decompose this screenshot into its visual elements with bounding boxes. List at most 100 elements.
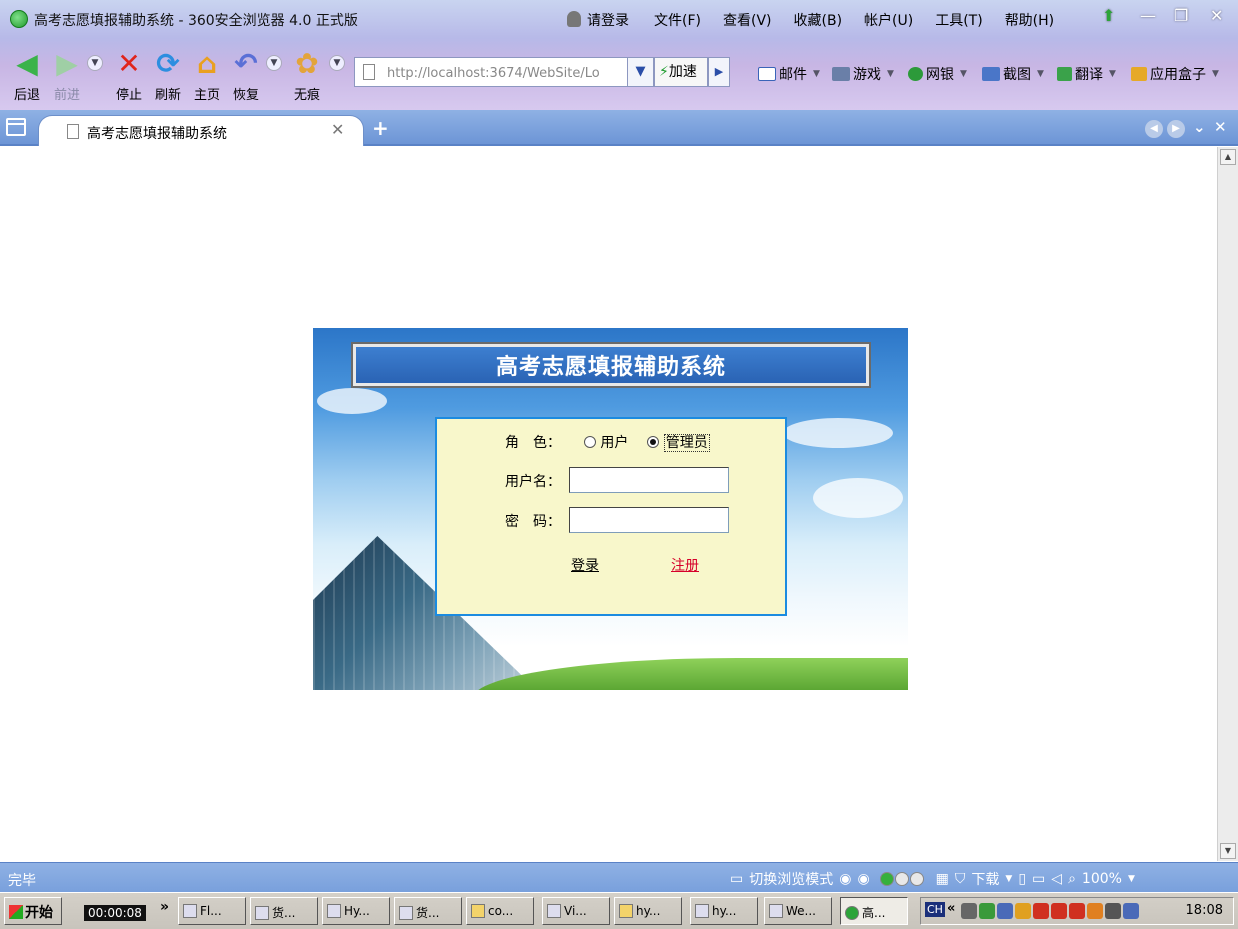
tray-app-icon[interactable]: [1087, 903, 1103, 919]
refresh-button[interactable]: ⟳ 刷新: [151, 46, 185, 104]
scroll-down-icon[interactable]: ▼: [1220, 843, 1236, 859]
task-item[interactable]: hy...: [690, 897, 758, 925]
cloud-decoration: [813, 478, 903, 518]
zoom-level[interactable]: 100%: [1082, 871, 1122, 887]
tab-label: 高考志愿填报辅助系统: [87, 126, 227, 142]
history-dropdown-icon[interactable]: ▼: [87, 55, 103, 71]
word-icon: [399, 906, 413, 920]
password-input[interactable]: [569, 507, 729, 533]
menu-help[interactable]: 帮助(H): [1005, 10, 1054, 30]
system-tray: CH « 18:08: [920, 897, 1234, 925]
login-button[interactable]: 登录: [571, 555, 599, 575]
forward-button[interactable]: ▶ 前进: [50, 46, 84, 104]
download-link[interactable]: 下载: [971, 869, 999, 889]
tab-bar: 高考志愿填报辅助系统 ✕ + ◀ ▶ ⌄ ✕: [0, 110, 1238, 146]
lightning-icon: ⚡: [659, 64, 669, 80]
close-tab-bar-icon[interactable]: ✕: [1214, 118, 1227, 136]
screenshot-link[interactable]: 截图 ▼: [982, 64, 1044, 84]
tray-app-icon[interactable]: [961, 903, 977, 919]
task-item[interactable]: Vi...: [542, 897, 610, 925]
mode-toggle[interactable]: [879, 872, 924, 886]
speed-button[interactable]: ⚡加速: [654, 57, 708, 87]
task-item[interactable]: We...: [764, 897, 832, 925]
ie-mode-icon[interactable]: ◉: [839, 871, 851, 887]
network-icon[interactable]: [1123, 903, 1139, 919]
tray-expand-icon[interactable]: «: [947, 901, 955, 916]
qq-icon[interactable]: [1069, 903, 1085, 919]
qq-icon[interactable]: [1033, 903, 1049, 919]
incognito-dropdown-icon[interactable]: ▼: [329, 55, 345, 71]
login-account-link[interactable]: 请登录: [567, 10, 629, 30]
task-item-active[interactable]: 高...: [840, 897, 908, 925]
restore-dropdown-icon[interactable]: ▼: [266, 55, 282, 71]
translate-link[interactable]: 翻译 ▼: [1057, 64, 1116, 84]
mail-link[interactable]: 邮件 ▼: [758, 64, 820, 84]
task-item[interactable]: 货...: [394, 897, 462, 925]
stop-button[interactable]: ✕ 停止: [112, 46, 146, 104]
role-admin-radio[interactable]: [647, 436, 660, 448]
games-link[interactable]: 游戏 ▼: [832, 64, 894, 84]
new-tab-icon[interactable]: +: [372, 116, 389, 140]
go-icon[interactable]: ▶: [708, 57, 730, 87]
tab-scroll-right-icon[interactable]: ▶: [1167, 120, 1185, 138]
task-item[interactable]: 货...: [250, 897, 318, 925]
window-icon[interactable]: ▭: [1032, 871, 1045, 887]
bookmark-icon[interactable]: ▯: [1018, 871, 1026, 887]
input-method-indicator[interactable]: CH: [925, 902, 945, 917]
vertical-scrollbar[interactable]: ▲ ▼: [1217, 147, 1238, 861]
username-input[interactable]: [569, 467, 729, 493]
browser-icon: [845, 906, 859, 920]
incognito-button[interactable]: ✿ 无痕: [290, 46, 324, 104]
tray-app-icon[interactable]: [979, 903, 995, 919]
task-item[interactable]: Hy...: [322, 897, 390, 925]
calculator-icon[interactable]: ▦: [936, 871, 949, 887]
qq-icon[interactable]: [1051, 903, 1067, 919]
sidebar-toggle-icon[interactable]: [6, 118, 26, 136]
menu-view[interactable]: 查看(V): [723, 10, 772, 30]
role-user-radio[interactable]: [583, 436, 596, 448]
tab-close-icon[interactable]: ✕: [331, 120, 344, 139]
tab-active[interactable]: 高考志愿填报辅助系统 ✕: [38, 115, 364, 146]
home-button[interactable]: ⌂ 主页: [190, 46, 224, 104]
ebank-link[interactable]: 网银 ▼: [908, 64, 967, 84]
role-user-label[interactable]: 用户: [600, 435, 628, 451]
restore-tab-button[interactable]: ↶ 恢复: [229, 46, 263, 104]
start-button[interactable]: 开始: [4, 897, 62, 925]
translate-icon: [1057, 67, 1072, 81]
switch-mode-link[interactable]: 切换浏览模式: [749, 869, 833, 889]
volume-icon[interactable]: ◁: [1051, 871, 1062, 887]
restore-button[interactable]: ❐: [1174, 6, 1188, 25]
skin-icon[interactable]: ⬆: [1102, 6, 1115, 25]
security-icon[interactable]: ◉: [857, 871, 869, 887]
taskbar: 开始 00:00:08 » Fl... 货... Hy... 货... co..…: [0, 892, 1238, 929]
back-button[interactable]: ◀ 后退: [10, 46, 44, 104]
menu-favorites[interactable]: 收藏(B): [794, 10, 843, 30]
task-item[interactable]: co...: [466, 897, 534, 925]
menu-file[interactable]: 文件(F): [654, 10, 701, 30]
role-label: 角 色：: [505, 435, 561, 451]
quicklaunch-overflow[interactable]: »: [160, 899, 169, 915]
user-icon: [567, 11, 581, 27]
close-window-button[interactable]: ✕: [1210, 6, 1223, 25]
zoom-dropdown-icon[interactable]: ▼: [1128, 874, 1135, 884]
menu-tools[interactable]: 工具(T): [935, 10, 982, 30]
role-admin-label[interactable]: 管理员: [663, 434, 710, 452]
download-dropdown-icon[interactable]: ▼: [1005, 874, 1012, 884]
tray-app-icon[interactable]: [997, 903, 1013, 919]
app-box-link[interactable]: 应用盒子 ▼: [1131, 64, 1219, 84]
register-button[interactable]: 注册: [671, 555, 699, 575]
tray-app-icon[interactable]: [1015, 903, 1031, 919]
vs-icon: [769, 904, 783, 918]
menu-account[interactable]: 帐户(U): [864, 10, 913, 30]
scroll-up-icon[interactable]: ▲: [1220, 149, 1236, 165]
app-box-icon: [1131, 67, 1147, 81]
task-item[interactable]: Fl...: [178, 897, 246, 925]
task-item[interactable]: hy...: [614, 897, 682, 925]
address-dropdown-icon[interactable]: ▼: [627, 57, 654, 87]
tab-scroll-left-icon[interactable]: ◀: [1145, 120, 1163, 138]
tab-list-chevron-icon[interactable]: ⌄: [1193, 118, 1206, 136]
address-input[interactable]: [387, 63, 623, 83]
tray-app-icon[interactable]: [1105, 903, 1121, 919]
address-bar[interactable]: [354, 57, 628, 87]
minimize-button[interactable]: —: [1140, 6, 1156, 25]
